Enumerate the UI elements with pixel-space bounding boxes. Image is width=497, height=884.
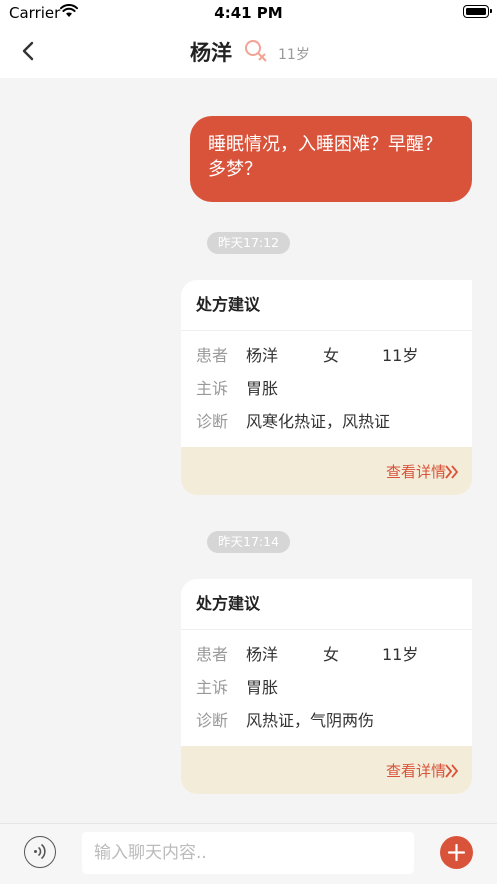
diagnosis-value: 风热证，气阴两伤 bbox=[246, 711, 375, 730]
diagnosis-label: 诊断 bbox=[196, 711, 229, 730]
patient-gender: 女 bbox=[323, 346, 340, 365]
message-timestamp: 昨天17:14 bbox=[207, 531, 291, 553]
card-footer: 查看详情 bbox=[181, 447, 472, 495]
patient-name-title: 杨洋 bbox=[190, 41, 232, 65]
patient-age: 11岁 bbox=[382, 346, 419, 365]
complaint-value: 胃胀 bbox=[246, 678, 279, 697]
complaint-label: 主诉 bbox=[196, 379, 229, 398]
patient-name: 杨洋 bbox=[246, 645, 279, 664]
back-arrow-icon[interactable] bbox=[18, 40, 40, 62]
chat-input[interactable] bbox=[82, 832, 414, 874]
complaint-row: 主诉 胃胀 bbox=[196, 372, 472, 405]
patient-age: 11岁 bbox=[382, 645, 419, 664]
add-attachment-button[interactable] bbox=[440, 836, 473, 869]
patient-label: 患者 bbox=[196, 645, 229, 664]
chevron-double-right-icon[interactable] bbox=[445, 465, 459, 479]
chevron-double-right-icon[interactable] bbox=[445, 764, 459, 778]
nav-bar: 杨洋 11岁 bbox=[0, 26, 497, 78]
complaint-value: 胃胀 bbox=[246, 379, 279, 398]
prescription-card[interactable]: 处方建议 患者 杨洋 女 11岁 主诉 胃胀 诊断 风寒化热证，风热证 查看详情 bbox=[181, 280, 472, 495]
view-details-link[interactable]: 查看详情 bbox=[386, 760, 446, 781]
status-time: 4:41 PM bbox=[214, 4, 283, 22]
patient-row: 患者 杨洋 女 11岁 bbox=[196, 638, 472, 671]
diagnosis-value: 风寒化热证，风热证 bbox=[246, 412, 391, 431]
card-footer: 查看详情 bbox=[181, 746, 472, 794]
message-timestamp: 昨天17:12 bbox=[207, 232, 291, 254]
diagnosis-row: 诊断 风寒化热证，风热证 bbox=[196, 405, 472, 438]
card-title: 处方建议 bbox=[181, 579, 472, 630]
patient-name: 杨洋 bbox=[246, 346, 279, 365]
plus-icon bbox=[447, 843, 466, 862]
prescription-card[interactable]: 处方建议 患者 杨洋 女 11岁 主诉 胃胀 诊断 风热证，气阴两伤 查看详情 bbox=[181, 579, 472, 794]
message-text: 睡眠情况，入睡困难？早醒？多梦？ bbox=[208, 134, 442, 180]
diagnosis-label: 诊断 bbox=[196, 412, 229, 431]
female-icon bbox=[245, 40, 267, 62]
voice-button[interactable] bbox=[24, 836, 56, 868]
complaint-row: 主诉 胃胀 bbox=[196, 671, 472, 704]
chat-input-bar bbox=[0, 823, 497, 884]
patient-gender: 女 bbox=[323, 645, 340, 664]
diagnosis-row: 诊断 风热证，气阴两伤 bbox=[196, 704, 472, 737]
complaint-label: 主诉 bbox=[196, 678, 229, 697]
status-bar: Carrier 4:41 PM bbox=[0, 0, 497, 26]
patient-label: 患者 bbox=[196, 346, 229, 365]
card-title: 处方建议 bbox=[181, 280, 472, 331]
view-details-link[interactable]: 查看详情 bbox=[386, 461, 446, 482]
patient-row: 患者 杨洋 女 11岁 bbox=[196, 339, 472, 372]
outgoing-message-bubble[interactable]: 睡眠情况，入睡困难？早醒？多梦？ bbox=[190, 116, 472, 202]
battery-icon bbox=[463, 5, 492, 18]
voice-icon bbox=[34, 843, 46, 860]
patient-age: 11岁 bbox=[278, 47, 310, 63]
